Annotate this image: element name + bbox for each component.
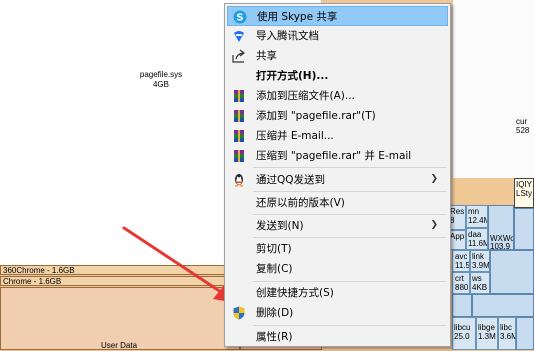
- menu-item-label: 添加到压缩文件(A)...: [256, 90, 355, 102]
- menu-separator: [253, 237, 446, 238]
- winrar-icon: [234, 150, 244, 162]
- menu-separator: [253, 214, 446, 215]
- menu-separator: [253, 167, 446, 168]
- menu-item-compress-email[interactable]: 压缩并 E-mail...: [227, 126, 448, 146]
- menu-item-open-with[interactable]: 打开方式(H)...: [227, 66, 448, 86]
- menu-item-label: 创建快捷方式(S): [256, 287, 334, 299]
- qq-icon: [234, 174, 244, 187]
- menu-item-restore-previous[interactable]: 还原以前的版本(V): [227, 193, 448, 213]
- menu-item-label: 导入腾讯文档: [256, 30, 319, 42]
- menu-item-cut[interactable]: 剪切(T): [227, 239, 448, 259]
- svg-text:S: S: [236, 13, 243, 24]
- menu-item-tencent-docs[interactable]: 导入腾讯文档: [227, 26, 448, 46]
- menu-item-properties[interactable]: 属性(R): [227, 327, 448, 347]
- submenu-arrow-icon: ❯: [430, 220, 438, 230]
- menu-item-label: 复制(C): [256, 263, 293, 275]
- menu-item-label: 剪切(T): [256, 243, 292, 255]
- submenu-arrow-icon: ❯: [430, 174, 438, 184]
- menu-item-create-shortcut[interactable]: 创建快捷方式(S): [227, 283, 448, 303]
- menu-item-label: 压缩并 E-mail...: [256, 130, 334, 142]
- menu-item-compress-to-rar-email[interactable]: 压缩到 "pagefile.rar" 并 E-mail: [227, 146, 448, 166]
- menu-item-label: 属性(R): [256, 331, 293, 343]
- winrar-icon: [234, 130, 244, 142]
- tencent-docs-icon: [234, 31, 244, 42]
- menu-item-label: 发送到(N): [256, 220, 304, 232]
- menu-item-send-to[interactable]: 发送到(N) ❯: [227, 216, 448, 236]
- menu-item-add-to-pagefile-rar[interactable]: 添加到 "pagefile.rar"(T): [227, 106, 448, 126]
- share-icon: [232, 49, 245, 63]
- shield-icon: [233, 306, 245, 320]
- menu-item-send-via-qq[interactable]: 通过QQ发送到 ❯: [227, 170, 448, 190]
- context-menu: S 使用 Skype 共享 导入腾讯文档 共享 打开方式(H)... 添加到压缩…: [224, 3, 451, 347]
- menu-item-delete[interactable]: 删除(D): [227, 303, 448, 323]
- menu-item-label: 还原以前的版本(V): [256, 197, 345, 209]
- menu-item-label: 打开方式(H)...: [256, 70, 329, 82]
- skype-icon: S: [233, 10, 247, 24]
- menu-item-label: 共享: [256, 50, 277, 62]
- menu-item-share[interactable]: 共享: [227, 46, 448, 66]
- menu-item-label: 压缩到 "pagefile.rar" 并 E-mail: [256, 150, 412, 162]
- winrar-icon: [234, 90, 244, 102]
- menu-item-label: 使用 Skype 共享: [257, 11, 338, 23]
- menu-separator: [253, 191, 446, 192]
- menu-item-copy[interactable]: 复制(C): [227, 259, 448, 279]
- menu-item-label: 添加到 "pagefile.rar"(T): [256, 110, 376, 122]
- menu-item-label: 删除(D): [256, 307, 294, 319]
- winrar-icon: [234, 110, 244, 122]
- menu-item-add-to-archive[interactable]: 添加到压缩文件(A)...: [227, 86, 448, 106]
- menu-item-label: 通过QQ发送到: [256, 174, 326, 186]
- menu-separator: [253, 325, 446, 326]
- menu-separator: [253, 281, 446, 282]
- menu-item-skype-share[interactable]: S 使用 Skype 共享: [227, 6, 448, 26]
